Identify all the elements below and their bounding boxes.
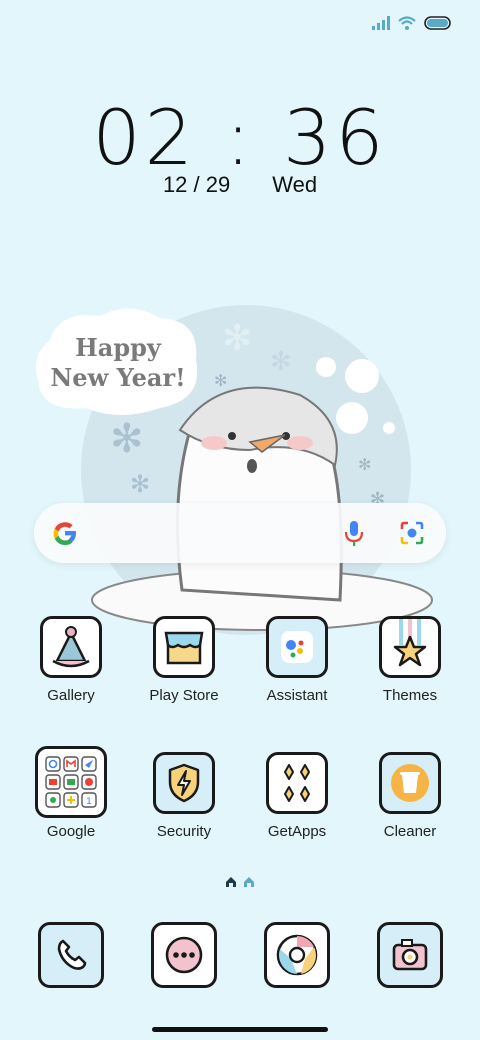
assistant-icon bbox=[266, 616, 328, 678]
app-play-store[interactable]: Play Store bbox=[129, 616, 239, 704]
greeting-line2: New Year! bbox=[50, 363, 185, 392]
clock-day: Wed bbox=[272, 172, 318, 197]
app-label: Google bbox=[46, 823, 96, 840]
svg-text:✻: ✻ bbox=[222, 318, 252, 359]
app-label: Gallery bbox=[47, 687, 95, 704]
dock-chrome[interactable] bbox=[242, 922, 352, 988]
camera-icon bbox=[377, 922, 443, 988]
dock-phone[interactable] bbox=[16, 922, 126, 988]
svg-text:✻: ✻ bbox=[110, 416, 144, 462]
app-label: Cleaner bbox=[383, 823, 437, 840]
home-page-icon bbox=[226, 877, 236, 887]
app-assistant[interactable]: Assistant bbox=[242, 616, 352, 704]
diamonds-icon bbox=[266, 752, 328, 814]
app-themes[interactable]: Themes bbox=[355, 616, 465, 704]
shield-icon bbox=[153, 752, 215, 814]
app-label: Assistant bbox=[266, 687, 328, 704]
trash-icon bbox=[379, 752, 441, 814]
svg-text:✻: ✻ bbox=[214, 371, 227, 390]
home-gesture-bar[interactable] bbox=[152, 1027, 328, 1032]
wallpaper-illustration: ✻ ✻ ✻ ✻ ✻ ✻ ✻ Happy New Year! bbox=[35, 305, 433, 635]
app-cleaner[interactable]: Cleaner bbox=[355, 752, 465, 840]
greeting-line1: Happy bbox=[75, 333, 162, 362]
dock-messages[interactable] bbox=[129, 922, 239, 988]
app-label: Play Store bbox=[149, 687, 219, 704]
app-label: Security bbox=[156, 823, 212, 840]
app-google-folder[interactable]: 1 Google bbox=[16, 746, 126, 840]
page-indicator[interactable] bbox=[0, 876, 480, 888]
app-security[interactable]: Security bbox=[129, 752, 239, 840]
app-getapps[interactable]: GetApps bbox=[242, 752, 352, 840]
google-g-icon bbox=[53, 522, 76, 545]
clock-widget[interactable]: 02 : 36 12 / 29 Wed bbox=[0, 98, 480, 198]
phone-icon bbox=[38, 922, 104, 988]
clock-date: 12 / 29 bbox=[162, 172, 231, 197]
star-icon bbox=[379, 616, 441, 678]
lens-icon[interactable] bbox=[398, 519, 426, 547]
status-bar bbox=[0, 0, 480, 50]
chrome-icon bbox=[264, 922, 330, 988]
google-search-bar[interactable] bbox=[34, 503, 446, 563]
home-page-icon bbox=[244, 877, 254, 887]
signal-icon bbox=[372, 16, 390, 30]
folder-icon: 1 bbox=[35, 746, 107, 818]
svg-text:✻: ✻ bbox=[130, 470, 150, 498]
svg-text:✻: ✻ bbox=[358, 455, 371, 474]
message-icon bbox=[151, 922, 217, 988]
app-gallery[interactable]: Gallery bbox=[16, 616, 126, 704]
party-hat-icon bbox=[40, 616, 102, 678]
battery-icon bbox=[424, 16, 451, 30]
mic-icon[interactable] bbox=[342, 518, 366, 548]
wifi-icon bbox=[398, 16, 416, 30]
svg-text:✻: ✻ bbox=[270, 347, 292, 377]
dock-camera[interactable] bbox=[355, 922, 465, 988]
clock-time: 02 : 36 bbox=[92, 93, 388, 182]
app-label: GetApps bbox=[267, 823, 327, 840]
svg-text:1: 1 bbox=[86, 797, 92, 807]
store-icon bbox=[153, 616, 215, 678]
app-label: Themes bbox=[382, 687, 438, 704]
greeting-bubble: Happy New Year! bbox=[35, 308, 198, 415]
